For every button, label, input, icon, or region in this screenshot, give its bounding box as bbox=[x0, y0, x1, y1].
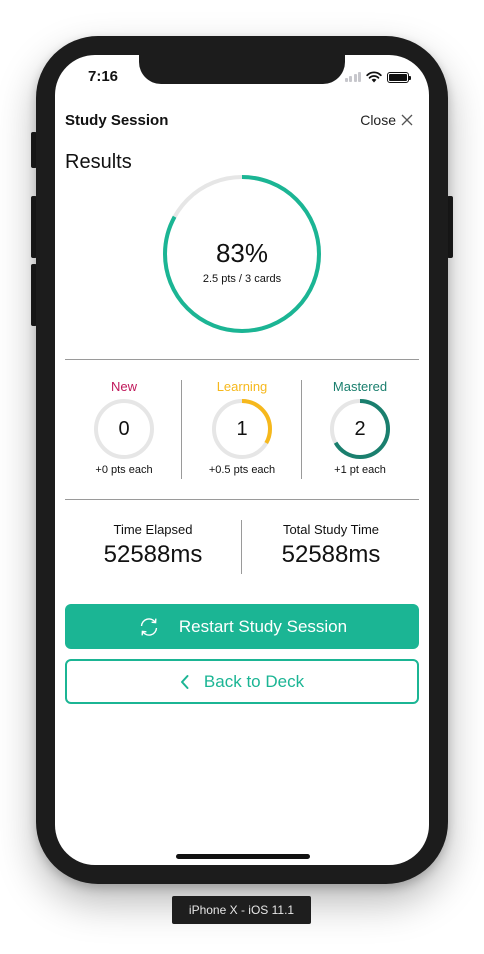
restart-label: Restart Study Session bbox=[178, 616, 348, 636]
stat-count: 1 bbox=[236, 418, 248, 440]
home-indicator[interactable] bbox=[176, 854, 310, 859]
stat-mastered: Mastered 2 +1 pt each bbox=[301, 379, 419, 476]
divider bbox=[65, 499, 419, 500]
time-label: Total Study Time bbox=[282, 522, 380, 537]
results-title: Results bbox=[65, 151, 132, 173]
stat-count: 0 bbox=[118, 418, 130, 440]
close-icon bbox=[401, 114, 413, 126]
stat-ring: 2 bbox=[329, 398, 391, 460]
signal-icon bbox=[344, 72, 361, 82]
divider bbox=[65, 359, 419, 360]
stat-count: 2 bbox=[354, 418, 366, 440]
back-label: Back to Deck bbox=[203, 671, 305, 691]
stat-learning: Learning 1 +0.5 pts each bbox=[183, 379, 301, 476]
status-time: 7:16 bbox=[88, 68, 119, 85]
app-screen: 7:16 Study Session Close Results 83% 2.5… bbox=[55, 55, 429, 865]
restart-session-button[interactable]: Restart Study Session bbox=[65, 604, 419, 649]
divider bbox=[181, 380, 182, 479]
time-value: 52588ms bbox=[103, 541, 203, 568]
total-study-time: Total Study Time 52588ms bbox=[243, 522, 419, 569]
notch bbox=[139, 55, 345, 84]
stat-ring: 1 bbox=[211, 398, 273, 460]
time-label: Time Elapsed bbox=[113, 522, 193, 537]
back-to-deck-button[interactable]: Back to Deck bbox=[65, 659, 419, 704]
stat-new: New 0 +0 pts each bbox=[65, 379, 183, 476]
refresh-icon bbox=[140, 617, 158, 636]
status-icons bbox=[344, 71, 411, 83]
device-label: iPhone X - iOS 11.1 bbox=[172, 896, 311, 924]
page-title: Study Session bbox=[65, 112, 169, 129]
score-subtitle: 2.5 pts / 3 cards bbox=[202, 273, 282, 285]
stat-label: Mastered bbox=[332, 379, 388, 394]
divider bbox=[241, 520, 242, 574]
score-percent: 83% bbox=[215, 238, 269, 268]
wifi-icon bbox=[366, 71, 382, 83]
chevron-left-icon bbox=[180, 674, 189, 689]
time-elapsed: Time Elapsed 52588ms bbox=[65, 522, 241, 569]
battery-icon bbox=[387, 71, 411, 83]
stat-label: New bbox=[110, 379, 137, 394]
stat-points: +0 pts each bbox=[95, 464, 153, 476]
stat-label: Learning bbox=[216, 379, 268, 394]
stat-points: +1 pt each bbox=[334, 464, 386, 476]
time-value: 52588ms bbox=[281, 541, 381, 568]
close-button[interactable]: Close bbox=[360, 112, 413, 128]
close-label: Close bbox=[360, 112, 396, 128]
stat-points: +0.5 pts each bbox=[208, 464, 276, 476]
stat-ring: 0 bbox=[93, 398, 155, 460]
